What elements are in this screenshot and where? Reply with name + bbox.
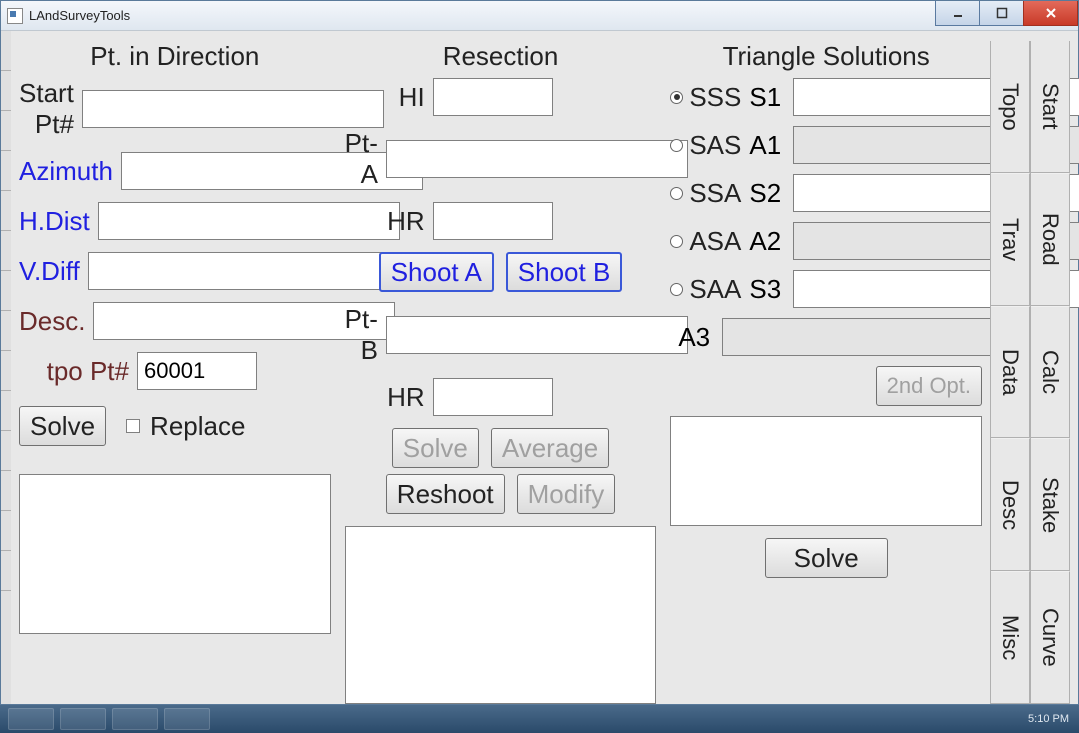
panel-resection: Resection HI Pt-A HR Shoot A [345, 41, 657, 704]
vdiff-label: V.Diff [19, 256, 80, 287]
panel-pt-in-direction: Pt. in Direction Start Pt# Azimuth H.Dis… [19, 41, 331, 704]
start-pt-input[interactable] [82, 90, 384, 128]
radio-sss-label: SSS [689, 82, 741, 113]
a2-label: A2 [749, 226, 781, 257]
triangle-heading: Triangle Solutions [670, 41, 982, 72]
desc-label: Desc. [19, 306, 85, 337]
taskbar-item[interactable] [8, 708, 54, 730]
hr2-label: HR [345, 382, 425, 413]
tab-trav[interactable]: Trav [991, 173, 1030, 306]
radio-sas-label: SAS [689, 130, 741, 161]
hr1-input[interactable] [433, 202, 553, 240]
resection-output-area[interactable] [345, 526, 657, 704]
app-icon [7, 8, 23, 24]
radio-saa-label: SAA [689, 274, 741, 305]
s2-label: S2 [749, 178, 781, 209]
azimuth-label: Azimuth [19, 156, 113, 187]
tab-misc[interactable]: Misc [991, 571, 1030, 704]
taskbar-item[interactable] [164, 708, 210, 730]
hr2-input[interactable] [433, 378, 553, 416]
shoot-a-button[interactable]: Shoot A [379, 252, 494, 292]
close-button[interactable] [1023, 1, 1078, 26]
tab-desc[interactable]: Desc [991, 438, 1030, 571]
taskbar-item[interactable] [60, 708, 106, 730]
second-opt-button[interactable]: 2nd Opt. [876, 366, 982, 406]
shoot-b-button[interactable]: Shoot B [506, 252, 623, 292]
hi-label: HI [345, 82, 425, 113]
replace-label: Replace [150, 411, 245, 442]
a3-input[interactable] [722, 318, 1024, 356]
triangle-output-area[interactable] [670, 416, 982, 526]
taskbar-item[interactable] [112, 708, 158, 730]
replace-checkbox[interactable] [126, 419, 140, 433]
tpo-label: tpo Pt# [19, 356, 129, 387]
ptb-input[interactable] [386, 316, 688, 354]
tab-stake[interactable]: Stake [1031, 438, 1070, 571]
average-button[interactable]: Average [491, 428, 609, 468]
radio-ssa-label: SSA [689, 178, 741, 209]
radio-ssa[interactable] [670, 187, 683, 200]
resection-heading: Resection [345, 41, 657, 72]
a3-label: A3 [678, 322, 710, 353]
radio-saa[interactable] [670, 283, 683, 296]
s1-label: S1 [749, 82, 781, 113]
tab-topo[interactable]: Topo [991, 41, 1030, 173]
radio-sas[interactable] [670, 139, 683, 152]
pta-input[interactable] [386, 140, 688, 178]
tab-calc[interactable]: Calc [1031, 306, 1070, 439]
pta-label: Pt-A [345, 128, 378, 190]
tab-start[interactable]: Start [1031, 41, 1070, 173]
tpo-input[interactable] [137, 352, 257, 390]
taskbar: 5:10 PM [0, 705, 1079, 733]
taskbar-clock: 5:10 PM [1028, 713, 1069, 725]
left-margin [1, 31, 11, 704]
panel-triangle: Triangle Solutions SSS S1 SAS [670, 41, 982, 704]
maximize-button[interactable] [979, 1, 1024, 26]
radio-sss[interactable] [670, 91, 683, 104]
minimize-button[interactable] [935, 1, 980, 26]
pt-heading: Pt. in Direction [19, 41, 331, 72]
ptb-label: Pt-B [345, 304, 378, 366]
start-pt-label: Start Pt# [19, 78, 74, 140]
radio-asa[interactable] [670, 235, 683, 248]
a1-label: A1 [749, 130, 781, 161]
resection-solve-button[interactable]: Solve [392, 428, 479, 468]
tab-data[interactable]: Data [991, 306, 1030, 439]
window-title: LAndSurveyTools [29, 8, 130, 23]
pt-output-area[interactable] [19, 474, 331, 634]
app-window: LAndSurveyTools Pt. in Dire [0, 0, 1079, 705]
reshoot-button[interactable]: Reshoot [386, 474, 505, 514]
side-tabs: Topo Trav Data Desc Misc Start Road Calc… [990, 41, 1070, 704]
triangle-solve-button[interactable]: Solve [765, 538, 888, 578]
pt-solve-button[interactable]: Solve [19, 406, 106, 446]
hi-input[interactable] [433, 78, 553, 116]
hdist-label: H.Dist [19, 206, 90, 237]
radio-asa-label: ASA [689, 226, 741, 257]
s3-label: S3 [749, 274, 781, 305]
tab-curve[interactable]: Curve [1031, 571, 1070, 704]
hr1-label: HR [345, 206, 425, 237]
titlebar: LAndSurveyTools [1, 1, 1078, 31]
tab-road[interactable]: Road [1031, 173, 1070, 306]
modify-button[interactable]: Modify [517, 474, 616, 514]
